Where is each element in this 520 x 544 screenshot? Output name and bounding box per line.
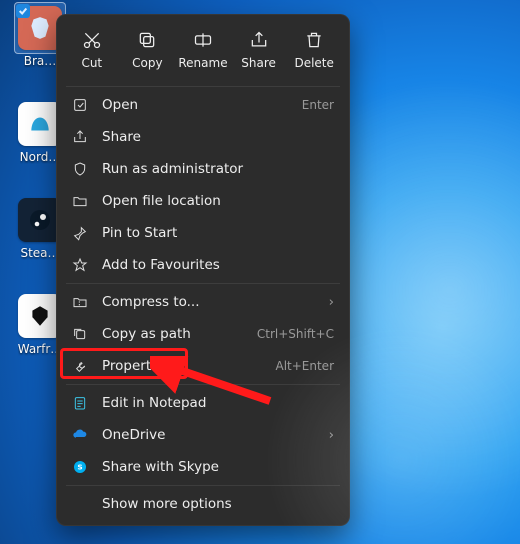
menu-item-label: Show more options: [102, 496, 334, 512]
notepad-icon: [72, 395, 88, 411]
chevron-right-icon: ›: [329, 294, 334, 310]
onedrive-icon: [72, 427, 88, 443]
shield-icon: [72, 161, 88, 177]
menu-item-label: Properties: [102, 358, 261, 374]
top-action-label: Share: [241, 56, 276, 70]
desktop-icon-label: Nord…: [20, 150, 61, 164]
desktop-icon-label: Stea…: [20, 246, 59, 260]
share-icon: [249, 30, 269, 50]
cut-button[interactable]: Cut: [65, 26, 119, 74]
menu-item-compress-to[interactable]: Compress to... ›: [56, 286, 350, 318]
menu-item-onedrive[interactable]: OneDrive ›: [56, 419, 350, 451]
menu-item-open[interactable]: Open Enter: [56, 89, 350, 121]
steam-icon: [28, 208, 52, 232]
menu-item-label: Pin to Start: [102, 225, 334, 241]
archive-icon: [72, 294, 88, 310]
separator: [66, 283, 340, 284]
top-action-label: Cut: [81, 56, 102, 70]
separator: [66, 485, 340, 486]
separator: [66, 86, 340, 87]
star-icon: [72, 257, 88, 273]
copy-button[interactable]: Copy: [120, 26, 174, 74]
brave-icon: [27, 15, 53, 41]
delete-button[interactable]: Delete: [287, 26, 341, 74]
desktop-icon-label: Bra…: [24, 54, 57, 68]
menu-item-label: Open file location: [102, 193, 334, 209]
wrench-icon: [72, 358, 88, 374]
menu-item-add-to-favourites[interactable]: Add to Favourites: [56, 249, 350, 281]
share-icon: [72, 129, 88, 145]
menu-item-label: OneDrive: [102, 427, 315, 443]
context-menu-top-actions: Cut Copy Rename Share Delete: [56, 20, 350, 84]
rename-button[interactable]: Rename: [176, 26, 230, 74]
menu-item-label: Edit in Notepad: [102, 395, 334, 411]
top-action-label: Rename: [178, 56, 227, 70]
pin-icon: [72, 225, 88, 241]
nord-icon: [27, 111, 53, 137]
cut-icon: [82, 30, 102, 50]
folder-icon: [72, 193, 88, 209]
context-menu: Cut Copy Rename Share Delete Open Enter …: [56, 14, 350, 526]
menu-item-pin-to-start[interactable]: Pin to Start: [56, 217, 350, 249]
blank-icon: [72, 496, 88, 512]
menu-item-label: Copy as path: [102, 326, 243, 342]
menu-item-label: Add to Favourites: [102, 257, 334, 273]
delete-icon: [304, 30, 324, 50]
menu-item-label: Share with Skype: [102, 459, 334, 475]
menu-item-label: Share: [102, 129, 334, 145]
menu-item-copy-as-path[interactable]: Copy as path Ctrl+Shift+C: [56, 318, 350, 350]
rename-icon: [193, 30, 213, 50]
warframe-icon: [27, 303, 53, 329]
menu-item-properties[interactable]: Properties Alt+Enter: [56, 350, 350, 382]
path-icon: [72, 326, 88, 342]
menu-item-hint: Enter: [302, 98, 334, 112]
menu-item-run-as-admin[interactable]: Run as administrator: [56, 153, 350, 185]
top-action-label: Delete: [294, 56, 333, 70]
share-button[interactable]: Share: [232, 26, 286, 74]
menu-item-label: Run as administrator: [102, 161, 334, 177]
menu-item-hint: Alt+Enter: [275, 359, 334, 373]
menu-item-label: Compress to...: [102, 294, 315, 310]
separator: [66, 384, 340, 385]
chevron-right-icon: ›: [329, 427, 334, 443]
menu-item-open-file-location[interactable]: Open file location: [56, 185, 350, 217]
copy-icon: [137, 30, 157, 50]
menu-item-share[interactable]: Share: [56, 121, 350, 153]
check-icon: [16, 4, 30, 18]
menu-item-label: Open: [102, 97, 288, 113]
menu-item-edit-in-notepad[interactable]: Edit in Notepad: [56, 387, 350, 419]
menu-item-hint: Ctrl+Shift+C: [257, 327, 334, 341]
skype-icon: S: [72, 459, 88, 475]
menu-item-share-with-skype[interactable]: S Share with Skype: [56, 451, 350, 483]
open-icon: [72, 97, 88, 113]
menu-item-show-more-options[interactable]: Show more options: [56, 488, 350, 520]
svg-text:S: S: [77, 463, 82, 472]
top-action-label: Copy: [132, 56, 162, 70]
